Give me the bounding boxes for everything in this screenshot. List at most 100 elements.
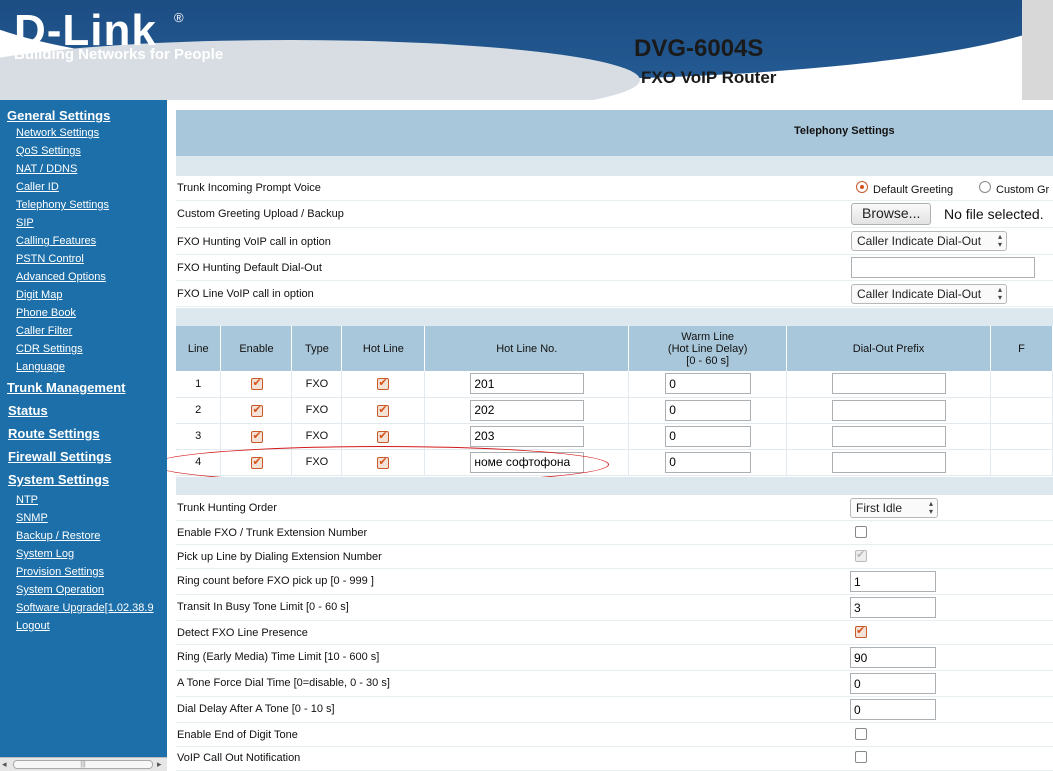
hot-line-checkbox[interactable] bbox=[377, 455, 390, 469]
nav-general-settings[interactable]: General Settings bbox=[7, 108, 167, 124]
dial-delay-input[interactable] bbox=[850, 699, 936, 720]
detect-fxo-checkbox[interactable] bbox=[855, 624, 867, 638]
nav-telephony-settings[interactable]: Telephony Settings bbox=[16, 196, 167, 214]
nav-caller-filter[interactable]: Caller Filter bbox=[16, 322, 167, 340]
hot-line-no-input[interactable] bbox=[470, 399, 585, 421]
line-type: FXO bbox=[291, 423, 343, 450]
nav-cdr-settings[interactable]: CDR Settings bbox=[16, 340, 167, 358]
scrollbar-thumb[interactable]: ||| bbox=[13, 760, 153, 769]
voip-notify-checkbox[interactable] bbox=[855, 751, 867, 763]
nav-network-settings[interactable]: Network Settings bbox=[16, 124, 167, 142]
row-prompt-voice: Trunk Incoming Prompt Voice Default Gree… bbox=[176, 177, 1053, 201]
hot-line-no-input[interactable] bbox=[470, 451, 585, 473]
dial-out-prefix-input[interactable] bbox=[832, 451, 947, 473]
col-line: Line bbox=[176, 326, 222, 371]
nav-advanced-options[interactable]: Advanced Options bbox=[16, 268, 167, 286]
enable-checkbox[interactable] bbox=[251, 429, 264, 443]
hot-line-no-input[interactable] bbox=[470, 373, 585, 394]
nav-sip[interactable]: SIP bbox=[16, 214, 167, 232]
col-type: Type bbox=[291, 326, 343, 371]
nav-status[interactable]: Status bbox=[8, 399, 167, 422]
hot-line-cell bbox=[341, 371, 426, 398]
nav-nat-ddns[interactable]: NAT / DDNS bbox=[16, 160, 167, 178]
detect-fxo-label: Detect FXO Line Presence bbox=[177, 627, 308, 639]
dial-out-prefix-input[interactable] bbox=[832, 373, 947, 394]
hot-line-no-input[interactable] bbox=[470, 425, 585, 447]
enable-checkbox[interactable] bbox=[251, 376, 264, 390]
fxo-hunting-label: FXO Hunting VoIP call in option bbox=[177, 236, 331, 248]
nav-phone-book[interactable]: Phone Book bbox=[16, 304, 167, 322]
warm-line-input[interactable] bbox=[665, 399, 752, 421]
hunting-default-input[interactable] bbox=[851, 257, 1035, 278]
enable-cell bbox=[220, 449, 293, 476]
col-dial-out-prefix: Dial-Out Prefix bbox=[786, 326, 991, 371]
logo-tagline: Building Networks for People bbox=[14, 46, 224, 63]
scroll-left-icon[interactable]: ◂ bbox=[2, 759, 7, 770]
nav-snmp[interactable]: SNMP bbox=[16, 509, 167, 527]
nav-system-log[interactable]: System Log bbox=[16, 545, 167, 563]
warm-line-input[interactable] bbox=[665, 425, 752, 447]
a-tone-force-input[interactable] bbox=[850, 673, 936, 694]
nav-route-settings[interactable]: Route Settings bbox=[8, 422, 167, 445]
nav-software-upgrade[interactable]: Software Upgrade[1.02.38.9 bbox=[16, 599, 167, 617]
row-voip-notify: VoIP Call Out Notification bbox=[176, 748, 1053, 771]
custom-greeting-upload-label: Custom Greeting Upload / Backup bbox=[177, 208, 344, 220]
enable-checkbox[interactable] bbox=[251, 455, 264, 469]
nav-system-operation[interactable]: System Operation bbox=[16, 581, 167, 599]
nav-firewall-settings[interactable]: Firewall Settings bbox=[8, 445, 167, 468]
radio-default-greeting[interactable] bbox=[856, 181, 868, 193]
hot-line-no-cell bbox=[424, 423, 630, 450]
dial-out-prefix-input[interactable] bbox=[832, 425, 947, 447]
logo-registered-mark: ® bbox=[174, 10, 184, 25]
ring-limit-input[interactable] bbox=[850, 647, 936, 668]
browse-button[interactable]: Browse... bbox=[851, 203, 932, 225]
model-name: DVG-6004S bbox=[634, 35, 764, 62]
nav-ntp[interactable]: NTP bbox=[16, 491, 167, 509]
page-title: Telephony Settings bbox=[794, 125, 895, 137]
hot-line-checkbox[interactable] bbox=[377, 376, 390, 390]
transit-busy-input[interactable] bbox=[850, 597, 936, 618]
next-cell bbox=[990, 449, 1053, 476]
row-enable-fxo-ext: Enable FXO / Trunk Extension Number bbox=[176, 522, 1053, 545]
nav-qos-settings[interactable]: QoS Settings bbox=[16, 142, 167, 160]
select-arrows-icon: ▴ ▾ bbox=[928, 499, 933, 516]
radio-custom-greeting[interactable] bbox=[979, 181, 991, 193]
nav-pstn-control[interactable]: PSTN Control bbox=[16, 250, 167, 268]
ring-count-input[interactable] bbox=[850, 571, 936, 592]
hot-line-checkbox[interactable] bbox=[377, 429, 390, 443]
enable-fxo-ext-checkbox[interactable] bbox=[855, 526, 867, 538]
hot-line-checkbox[interactable] bbox=[377, 403, 390, 417]
line-voip-select[interactable]: Caller Indicate Dial-Out ▴ ▾ bbox=[851, 284, 1007, 304]
nav-system-settings[interactable]: System Settings bbox=[8, 468, 167, 491]
end-digit-checkbox[interactable] bbox=[855, 728, 867, 740]
sidebar-horizontal-scrollbar[interactable]: ◂ ||| ▸ bbox=[0, 757, 167, 771]
col-warm-line: Warm Line (Hot Line Delay) [0 - 60 s] bbox=[628, 326, 788, 371]
nav-calling-features[interactable]: Calling Features bbox=[16, 232, 167, 250]
fxo-hunting-select[interactable]: Caller Indicate Dial-Out ▴ ▾ bbox=[851, 231, 1007, 251]
warm-line-title: Warm Line bbox=[681, 330, 735, 343]
line-type: FXO bbox=[291, 397, 343, 424]
line-number: 3 bbox=[176, 423, 222, 450]
row-transit-busy: Transit In Busy Tone Limit [0 - 60 s] bbox=[176, 596, 1053, 621]
nav-backup-restore[interactable]: Backup / Restore bbox=[16, 527, 167, 545]
nav-trunk-management[interactable]: Trunk Management bbox=[7, 376, 167, 399]
ring-count-label: Ring count before FXO pick up [0 - 999 ] bbox=[177, 575, 374, 587]
warm-line-cell bbox=[628, 371, 788, 398]
enable-checkbox[interactable] bbox=[251, 403, 264, 417]
nav-language[interactable]: Language bbox=[16, 358, 167, 376]
nav-provision-settings[interactable]: Provision Settings bbox=[16, 563, 167, 581]
line-number: 1 bbox=[176, 371, 222, 398]
hot-line-cell bbox=[341, 397, 426, 424]
trunk-hunting-select[interactable]: First Idle ▴ ▾ bbox=[850, 498, 938, 518]
nav-caller-id[interactable]: Caller ID bbox=[16, 178, 167, 196]
scroll-right-icon[interactable]: ▸ bbox=[157, 759, 162, 770]
prefix-cell bbox=[786, 371, 991, 398]
nav-logout[interactable]: Logout bbox=[16, 617, 167, 635]
nav-digit-map[interactable]: Digit Map bbox=[16, 286, 167, 304]
line-table: Line Enable Type Hot Line Hot Line No. W… bbox=[176, 326, 1053, 476]
table-row: 4 FXO bbox=[176, 449, 1053, 476]
warm-line-input[interactable] bbox=[665, 373, 752, 394]
hot-line-no-cell bbox=[424, 449, 630, 476]
dial-out-prefix-input[interactable] bbox=[832, 399, 947, 421]
warm-line-input[interactable] bbox=[665, 451, 752, 473]
